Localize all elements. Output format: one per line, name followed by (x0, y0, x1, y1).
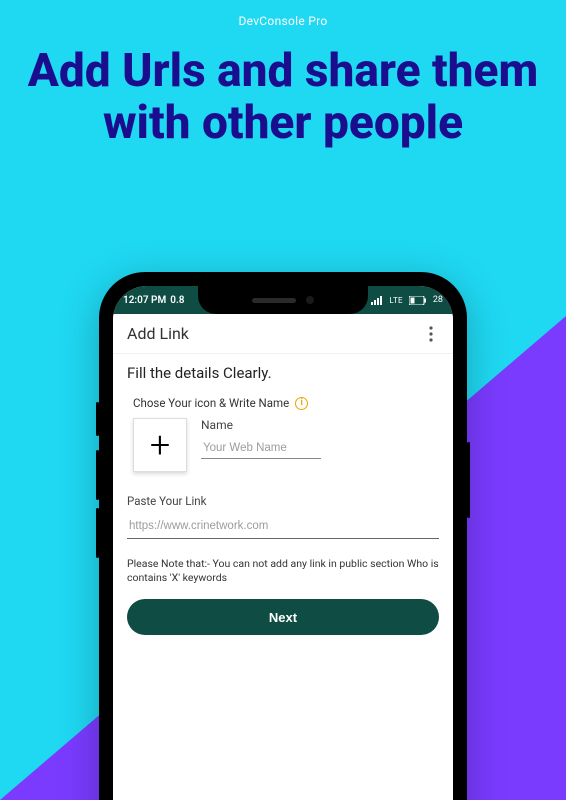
phone-side-button (467, 442, 470, 518)
form-content: Fill the details Clearly. Chose Your ico… (113, 354, 453, 651)
info-icon[interactable]: i (295, 397, 308, 410)
phone-notch (198, 286, 368, 314)
phone-side-button (96, 508, 99, 558)
battery-text: 28 (433, 295, 443, 305)
phone-camera (306, 296, 314, 304)
network-label: LTE (389, 296, 402, 305)
icon-name-label-text: Chose Your icon & Write Name (133, 396, 289, 410)
icon-picker-button[interactable]: + (133, 418, 187, 472)
appbar-title: Add Link (127, 324, 189, 343)
battery-icon (409, 296, 427, 305)
app-bar: Add Link (113, 314, 453, 354)
next-button[interactable]: Next (127, 599, 439, 635)
name-field-label: Name (201, 418, 321, 432)
icon-name-section-label: Chose Your icon & Write Name i (133, 396, 439, 410)
form-heading: Fill the details Clearly. (127, 364, 439, 382)
headline: Add Urls and share them with other peopl… (0, 46, 566, 149)
url-field-label: Paste Your Link (127, 494, 439, 508)
note-text: Please Note that:- You can not add any l… (127, 557, 439, 585)
network-icon (371, 296, 383, 305)
overflow-menu-button[interactable] (417, 320, 445, 348)
phone-frame: 12:07 PM 0.8 LTE 28 (99, 272, 467, 800)
phone-side-button (96, 402, 99, 436)
phone-side-button (96, 450, 99, 500)
status-secondary: 0.8 (170, 295, 184, 306)
promo-stage: DevConsole Pro Add Urls and share them w… (0, 0, 566, 800)
plus-icon: + (150, 427, 170, 463)
brand-label: DevConsole Pro (0, 14, 566, 28)
phone-speaker (252, 298, 296, 303)
status-time: 12:07 PM (123, 295, 166, 306)
kebab-icon (429, 326, 433, 342)
url-input[interactable] (127, 516, 439, 539)
name-input[interactable] (201, 438, 321, 459)
phone-screen: 12:07 PM 0.8 LTE 28 (113, 286, 453, 800)
